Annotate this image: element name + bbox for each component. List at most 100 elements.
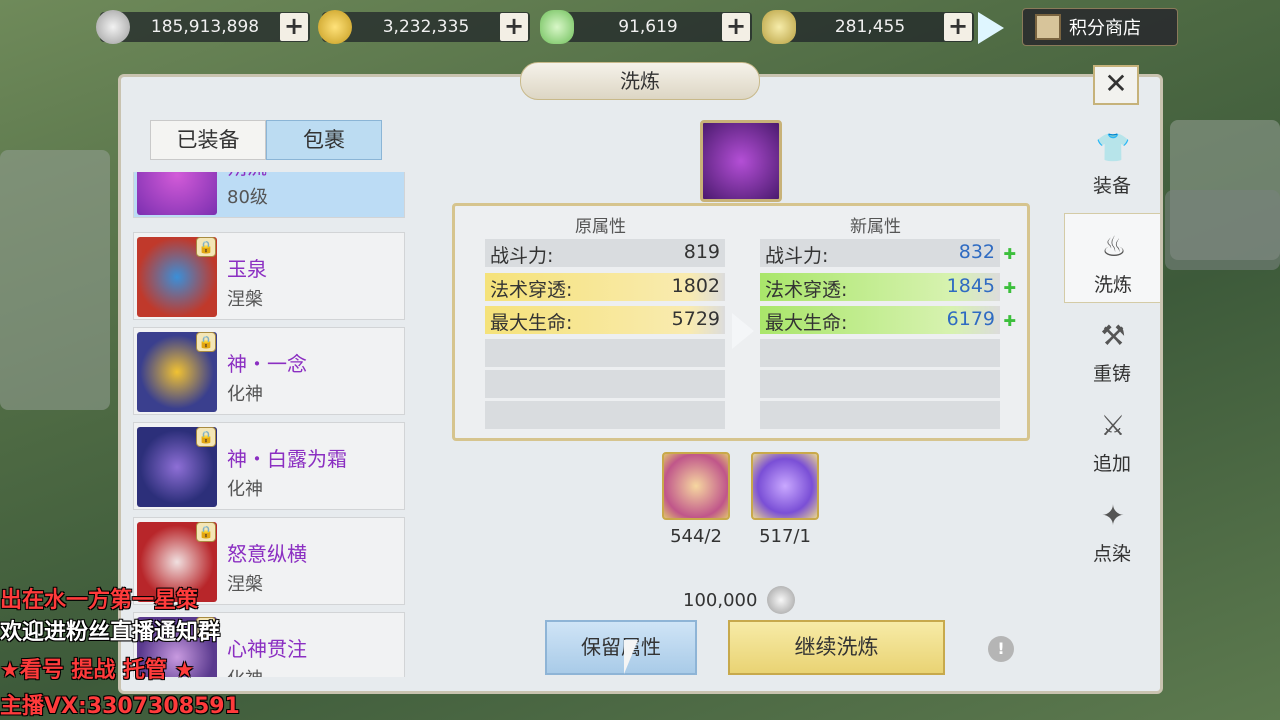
tab-bar: 已装备 包裹 bbox=[150, 120, 382, 160]
add-jade-button[interactable]: + bbox=[722, 13, 750, 41]
arrow-right-icon bbox=[732, 313, 754, 349]
empty-attr-row bbox=[485, 339, 725, 367]
item-name: 神・白露为霜 bbox=[227, 447, 347, 471]
silver-coin-icon bbox=[767, 586, 795, 614]
old-attr-row: 最大生命: 5729 bbox=[485, 306, 725, 334]
points-shop-button[interactable]: 积分商店 bbox=[1022, 8, 1178, 46]
item-name: 朔流 bbox=[227, 172, 267, 180]
currency-gold: 3,232,335 + bbox=[318, 10, 530, 44]
gold-coin-icon bbox=[318, 10, 352, 44]
refine-scroll-icon[interactable] bbox=[662, 452, 730, 520]
background-rock bbox=[0, 150, 110, 410]
currency-ingot: 281,455 + bbox=[762, 10, 974, 44]
list-item[interactable]: 🔒 神・白露为霜 化神 bbox=[133, 422, 405, 510]
jade-ingot-icon bbox=[540, 10, 574, 44]
currency-value: 91,619 bbox=[618, 17, 678, 37]
refine-cost: 100,000 bbox=[683, 590, 758, 611]
close-button[interactable]: ✕ bbox=[1093, 65, 1139, 105]
new-attr-row: 法术穿透: 1845 ✚ bbox=[760, 273, 1016, 301]
selected-equipment-icon bbox=[700, 120, 782, 202]
currency-silver: 185,913,898 + bbox=[96, 10, 310, 44]
increase-icon: ✚ bbox=[1003, 279, 1016, 297]
attr-value: 819 bbox=[683, 241, 720, 263]
sidenav-item-append[interactable]: ⚔ 追加 bbox=[1064, 393, 1160, 483]
sword-icon: ⚔ bbox=[1100, 409, 1126, 442]
item-name: 心神贯注 bbox=[227, 637, 307, 661]
old-attr-row: 战斗力: 819 bbox=[485, 239, 725, 267]
sidenav-label: 追加 bbox=[1092, 453, 1131, 475]
currency-value: 3,232,335 bbox=[382, 17, 470, 37]
sidenav-item-refine[interactable]: ♨ 洗炼 bbox=[1064, 213, 1160, 303]
gold-ingot-icon bbox=[762, 10, 796, 44]
attr-label: 战斗力: bbox=[490, 245, 554, 267]
new-attributes-header: 新属性 bbox=[850, 217, 901, 237]
stream-overlay-line: 出在水一方第一星策 bbox=[0, 588, 199, 613]
list-item[interactable]: 朔流 80级 bbox=[133, 172, 405, 218]
currency-bar: 185,913,898 + 3,232,335 + 91,619 + 281,4… bbox=[96, 8, 1190, 48]
attr-label: 最大生命: bbox=[765, 312, 848, 334]
attr-value: 1845 bbox=[946, 275, 995, 297]
item-name: 玉泉 bbox=[227, 257, 267, 281]
attr-label: 战斗力: bbox=[765, 245, 829, 267]
empty-attr-row bbox=[760, 370, 1000, 398]
continue-refine-button[interactable]: 继续洗炼 bbox=[728, 620, 945, 675]
item-level: 涅槃 bbox=[227, 289, 263, 310]
armor-icon: 👕 bbox=[1095, 131, 1131, 164]
silver-coin-icon bbox=[96, 10, 130, 44]
stream-overlay-line: 主播VX:3307308591 bbox=[0, 694, 240, 719]
new-attr-row: 最大生命: 6179 ✚ bbox=[760, 306, 1016, 334]
item-level: 80级 bbox=[227, 187, 268, 208]
attr-value: 832 bbox=[958, 241, 995, 263]
attr-value: 5729 bbox=[671, 308, 720, 330]
keep-attributes-button[interactable]: 保留属性 bbox=[545, 620, 697, 675]
add-ingot-button[interactable]: + bbox=[944, 13, 972, 41]
sidenav-item-equip[interactable]: 👕 装备 bbox=[1064, 115, 1160, 205]
old-attributes-header: 原属性 bbox=[575, 217, 626, 237]
add-gold-button[interactable]: + bbox=[500, 13, 528, 41]
currency-jade: 91,619 + bbox=[540, 10, 752, 44]
panel-title: 洗炼 bbox=[520, 62, 760, 100]
flame-icon: ✦ bbox=[1101, 499, 1125, 532]
empty-attr-row bbox=[485, 370, 725, 398]
list-item[interactable]: 🔒 玉泉 涅槃 bbox=[133, 232, 405, 320]
tab-bag[interactable]: 包裹 bbox=[266, 120, 382, 160]
cauldron-icon: ♨ bbox=[1101, 230, 1127, 263]
list-item[interactable]: 🔒 神・一念 化神 bbox=[133, 327, 405, 415]
sidenav-label: 装备 bbox=[1092, 175, 1131, 197]
attr-label: 法术穿透: bbox=[490, 279, 573, 301]
background-rock bbox=[1165, 190, 1280, 270]
info-icon[interactable]: ! bbox=[988, 636, 1014, 662]
new-attr-row: 战斗力: 832 ✚ bbox=[760, 239, 1016, 267]
item-name: 怒意纵横 bbox=[227, 542, 307, 566]
attr-value: 1802 bbox=[671, 275, 720, 297]
empty-attr-row bbox=[485, 401, 725, 429]
anvil-icon: ⚒ bbox=[1100, 319, 1126, 352]
purple-crystal-icon[interactable] bbox=[751, 452, 819, 520]
currency-value: 281,455 bbox=[834, 17, 906, 37]
lock-icon: 🔒 bbox=[196, 237, 216, 257]
item-name: 神・一念 bbox=[227, 352, 307, 376]
currency-value: 185,913,898 bbox=[150, 17, 260, 37]
material-count: 517/1 bbox=[759, 526, 811, 547]
old-attr-row: 法术穿透: 1802 bbox=[485, 273, 725, 301]
increase-icon: ✚ bbox=[1003, 312, 1016, 330]
sidenav-label: 点染 bbox=[1092, 543, 1131, 565]
sidenav-label: 洗炼 bbox=[1093, 274, 1132, 296]
lock-icon: 🔒 bbox=[196, 427, 216, 447]
item-level: 涅槃 bbox=[227, 574, 263, 595]
material-count: 544/2 bbox=[670, 526, 722, 547]
stream-overlay-line: 欢迎进粉丝直播通知群 bbox=[0, 620, 221, 645]
increase-icon: ✚ bbox=[1003, 245, 1016, 263]
attr-label: 最大生命: bbox=[490, 312, 573, 334]
sidenav-item-dye[interactable]: ✦ 点染 bbox=[1064, 483, 1160, 573]
sidenav-item-recast[interactable]: ⚒ 重铸 bbox=[1064, 303, 1160, 393]
points-shop-label: 积分商店 bbox=[1069, 18, 1141, 39]
add-silver-button[interactable]: + bbox=[280, 13, 308, 41]
item-level: 化神 bbox=[227, 479, 263, 500]
empty-attr-row bbox=[760, 401, 1000, 429]
attr-label: 法术穿透: bbox=[765, 279, 848, 301]
lock-icon: 🔒 bbox=[196, 522, 216, 542]
tab-equipped[interactable]: 已装备 bbox=[150, 120, 266, 160]
empty-attr-row bbox=[760, 339, 1000, 367]
stream-overlay-line: ★看号 提战 托管 ★ bbox=[0, 658, 195, 683]
